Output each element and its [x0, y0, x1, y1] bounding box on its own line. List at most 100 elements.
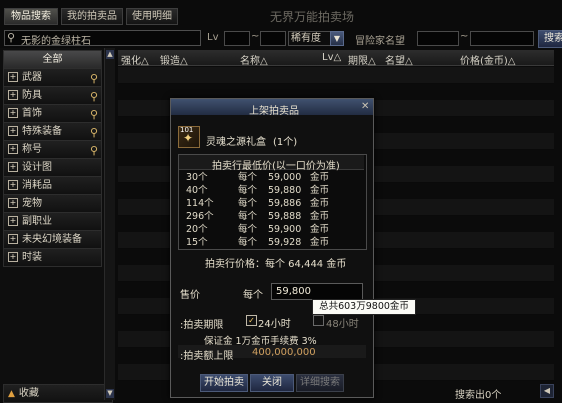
sidebar-item-illusion-gear[interactable]: + 未央幻境装备	[3, 230, 102, 249]
reputation-min-input[interactable]	[417, 31, 459, 46]
expand-icon[interactable]: +	[8, 198, 18, 208]
lowest-price-header: 拍卖行最低价(以一口价为准)	[212, 161, 340, 172]
listing-unit: 金币	[310, 172, 330, 183]
close-button[interactable]: 关闭	[250, 374, 294, 392]
expand-icon[interactable]: +	[8, 108, 18, 118]
listing-each: 每个	[238, 172, 258, 183]
list-item[interactable]: 40个 每个 59,880 金币	[186, 185, 366, 197]
magnifier-icon[interactable]: ⚲	[90, 106, 98, 123]
listing-each: 每个	[238, 224, 258, 235]
sidebar-item-subclass[interactable]: + 副职业	[3, 212, 102, 231]
triangle-up-icon: ▲	[8, 389, 15, 399]
sell-price-input[interactable]: 59,800	[271, 283, 363, 300]
listing-qty: 114个	[186, 198, 214, 209]
search-icon: ⚲	[7, 31, 16, 44]
tab-usage-details[interactable]: 使用明细	[126, 8, 178, 25]
sidebar-item-label: 设计图	[22, 162, 52, 173]
magnifier-icon[interactable]: ⚲	[90, 70, 98, 87]
sell-each-label: 每个	[243, 290, 263, 301]
expand-icon[interactable]: +	[8, 144, 18, 154]
lv-max-input[interactable]	[260, 31, 286, 46]
lv-separator: ~	[251, 31, 260, 42]
chevron-down-icon[interactable]: ▼	[330, 31, 344, 46]
rarity-select[interactable]: 稀有度	[288, 31, 332, 46]
period-24h-checkbox[interactable]: ✓	[246, 315, 257, 326]
expand-icon[interactable]: +	[8, 126, 18, 136]
sidebar-item-accessories[interactable]: + 首饰 ⚲	[3, 104, 102, 123]
start-auction-button[interactable]: 开始拍卖	[200, 374, 248, 392]
sidebar-item-label: 时装	[22, 252, 42, 263]
expand-icon[interactable]: +	[8, 162, 18, 172]
scroll-up-icon[interactable]: ▲	[106, 50, 114, 59]
magnifier-icon[interactable]: ⚲	[90, 88, 98, 105]
sparkle-icon: ✦	[183, 131, 194, 145]
expand-icon[interactable]: +	[8, 90, 18, 100]
table-row[interactable]	[118, 67, 554, 84]
dialog-title: 上架拍卖品	[249, 106, 299, 117]
listing-unit: 金币	[310, 211, 330, 222]
listing-unit: 金币	[310, 198, 330, 209]
tab-item-search[interactable]: 物品搜索	[4, 8, 58, 25]
sidebar-item-armor[interactable]: + 防具 ⚲	[3, 86, 102, 105]
sidebar-item-label: 未央幻境装备	[22, 234, 82, 245]
sidebar-item-label: 特殊装备	[22, 126, 62, 137]
listing-qty: 30个	[186, 172, 208, 183]
listing-qty: 15个	[186, 237, 208, 248]
sidebar-item-label: 宠物	[22, 198, 42, 209]
magnifier-icon[interactable]: ⚲	[90, 142, 98, 159]
list-item[interactable]: 20个 每个 59,900 金币	[186, 224, 366, 236]
listing-qty: 40个	[186, 185, 208, 196]
expand-icon[interactable]: +	[8, 72, 18, 82]
listing-each: 每个	[238, 237, 258, 248]
period-48h-checkbox[interactable]	[313, 315, 324, 326]
list-item[interactable]: 296个 每个 59,888 金币	[186, 211, 366, 223]
sidebar-scrollbar[interactable]: ▲ ▼	[104, 48, 115, 400]
close-icon[interactable]: ✕	[361, 101, 369, 112]
list-item[interactable]: 15个 每个 59,928 金币	[186, 237, 366, 249]
page-prev-icon[interactable]: ◀	[540, 384, 554, 398]
listing-price: 59,880	[268, 185, 302, 196]
sidebar-item-consumables[interactable]: + 消耗品	[3, 176, 102, 195]
expand-icon[interactable]: +	[8, 252, 18, 262]
sidebar-item-weapons[interactable]: + 武器 ⚲	[3, 68, 102, 87]
lv-label: Lv	[207, 32, 219, 43]
sidebar-item-avatar[interactable]: + 时装	[3, 248, 102, 267]
sidebar-item-label: 防具	[22, 90, 42, 101]
item-count: (1个)	[273, 137, 298, 148]
search-button[interactable]: 搜索	[538, 30, 562, 48]
sidebar-item-pets[interactable]: + 宠物	[3, 194, 102, 213]
expand-icon[interactable]: +	[8, 180, 18, 190]
sidebar-item-blueprints[interactable]: + 设计图	[3, 158, 102, 177]
detail-search-button[interactable]: 详细搜索	[296, 374, 344, 392]
column-header-limit[interactable]: 期限△	[348, 52, 376, 67]
sidebar-favorites[interactable]: ▲ 收藏	[3, 384, 113, 403]
tab-my-auctions[interactable]: 我的拍卖品	[61, 8, 123, 25]
window-title: 无界万能拍卖场	[270, 10, 355, 24]
expand-icon[interactable]: +	[8, 234, 18, 244]
column-header-reputation[interactable]: 名望△	[385, 52, 413, 67]
column-header-lv[interactable]: Lv△	[322, 52, 341, 63]
magnifier-icon[interactable]: ⚲	[90, 124, 98, 141]
lv-min-input[interactable]	[224, 31, 250, 46]
listing-qty: 20个	[186, 224, 208, 235]
column-header-name[interactable]: 名称△	[240, 52, 268, 67]
results-count: 搜索出0个	[455, 390, 502, 401]
listing-qty: 296个	[186, 211, 214, 222]
expand-icon[interactable]: +	[8, 216, 18, 226]
column-header-refine[interactable]: 锻造△	[160, 52, 188, 67]
period-48h-label: 48小时	[326, 319, 359, 330]
list-item[interactable]: 114个 每个 59,886 金币	[186, 198, 366, 210]
sidebar-item-titles[interactable]: + 称号 ⚲	[3, 140, 102, 159]
sidebar-item-special-equipment[interactable]: + 特殊装备 ⚲	[3, 122, 102, 141]
auction-period-label: :拍卖期限	[180, 320, 224, 331]
sidebar-item-label: 消耗品	[22, 180, 52, 191]
listing-price: 59,886	[268, 198, 302, 209]
search-input[interactable]: ⚲ 无影的金绿柱石	[4, 30, 201, 47]
scroll-down-icon[interactable]: ▼	[106, 389, 114, 398]
sidebar-item-all[interactable]: 全部	[3, 50, 102, 69]
list-item[interactable]: 30个 每个 59,000 金币	[186, 172, 366, 184]
column-header-enhance[interactable]: 强化△	[121, 52, 149, 67]
reputation-max-input[interactable]	[470, 31, 534, 46]
listing-price: 59,000	[268, 172, 302, 183]
column-header-price[interactable]: 价格(金币)△	[460, 52, 516, 67]
